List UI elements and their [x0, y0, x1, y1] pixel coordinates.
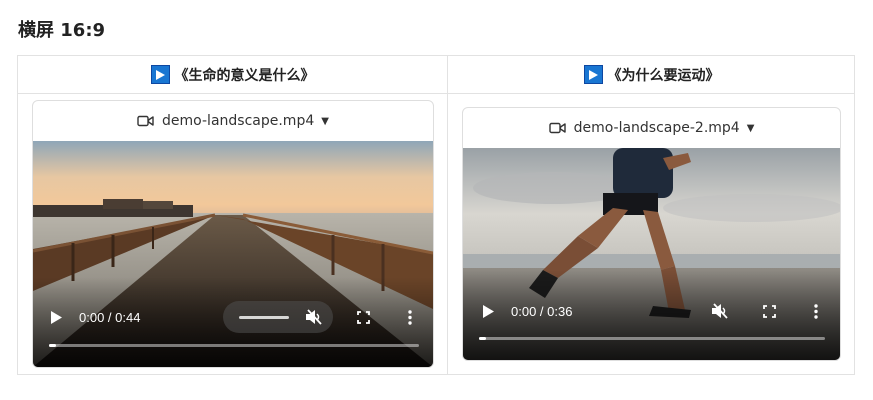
- fullscreen-icon[interactable]: [353, 307, 373, 327]
- video-player[interactable]: 0:00 / 0:44: [33, 141, 433, 367]
- page-title: 横屏 16:9: [18, 20, 106, 41]
- more-vert-icon[interactable]: [401, 307, 419, 327]
- play-icon[interactable]: [479, 302, 497, 320]
- caret-down-icon: ▼: [746, 122, 755, 134]
- mute-icon[interactable]: [303, 307, 325, 327]
- time-display: 0:00 / 0:44: [79, 310, 141, 325]
- fullscreen-icon[interactable]: [759, 301, 779, 321]
- column-header-1: 《生命的意义是什么》: [18, 56, 447, 93]
- header-divider: [18, 93, 854, 94]
- column-title: 《生命的意义是什么》: [174, 67, 315, 84]
- play-square-icon: [583, 65, 603, 84]
- play-icon[interactable]: [47, 308, 65, 326]
- progress-bar[interactable]: [49, 344, 419, 347]
- column-header-2: 《为什么要运动》: [448, 56, 855, 93]
- file-selector[interactable]: demo-landscape-2.mp4 ▼: [463, 108, 840, 148]
- column-title: 《为什么要运动》: [607, 67, 720, 84]
- progress-fill: [479, 337, 486, 340]
- mute-icon[interactable]: [709, 301, 731, 321]
- video-card-1: demo-landscape.mp4 ▼ 0:00 / 0:44: [32, 100, 434, 368]
- progress-fill: [49, 344, 57, 347]
- file-name: demo-landscape.mp4: [162, 113, 315, 129]
- more-vert-icon[interactable]: [807, 301, 825, 321]
- video-camera-icon: [548, 122, 566, 134]
- video-player[interactable]: 0:00 / 0:36: [463, 148, 840, 360]
- file-name: demo-landscape-2.mp4: [573, 120, 740, 136]
- caret-down-icon: ▼: [321, 115, 329, 127]
- file-selector[interactable]: demo-landscape.mp4 ▼: [33, 101, 433, 141]
- volume-slider[interactable]: [239, 316, 289, 319]
- video-card-2: demo-landscape-2.mp4 ▼ 0:00 / 0:36: [462, 107, 841, 361]
- video-camera-icon: [137, 115, 154, 127]
- time-display: 0:00 / 0:36: [511, 304, 573, 319]
- progress-bar[interactable]: [479, 337, 825, 340]
- play-square-icon: [150, 65, 170, 84]
- video-table: 《生命的意义是什么》 《为什么要运动》 demo-landscape.mp4 ▼: [17, 55, 855, 375]
- column-divider: [447, 56, 448, 374]
